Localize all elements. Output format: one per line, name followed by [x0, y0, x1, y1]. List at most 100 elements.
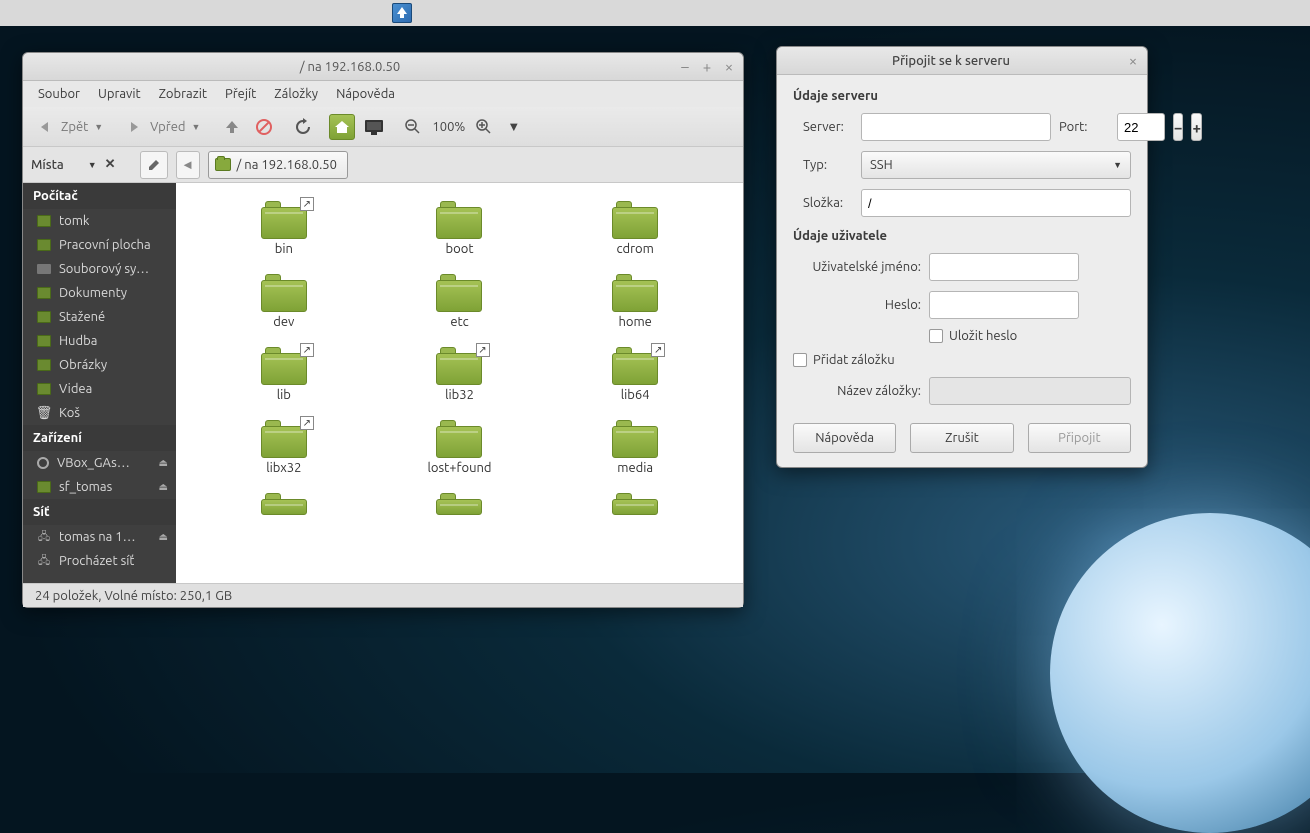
- sidebar-item[interactable]: Videa: [23, 377, 176, 401]
- sidebar-item[interactable]: 🗑Koš: [23, 401, 176, 425]
- zoom-out-button[interactable]: [400, 114, 426, 140]
- username-label: Uživatelské jméno:: [803, 260, 921, 274]
- file-item[interactable]: etc: [372, 270, 548, 333]
- fm-title: / na 192.168.0.50: [23, 60, 677, 74]
- menu-edit[interactable]: Upravit: [91, 84, 148, 104]
- sidebar-item[interactable]: Souborový sy…: [23, 257, 176, 281]
- folder-icon: [37, 215, 51, 227]
- file-name: libx32: [266, 461, 301, 475]
- file-name: media: [617, 461, 653, 475]
- sidebar-item-label: VBox_GAs…: [57, 456, 130, 470]
- eject-icon[interactable]: ⏏: [159, 457, 168, 469]
- user-section-label: Údaje uživatele: [793, 229, 1131, 243]
- sidebar-item[interactable]: Stažené: [23, 305, 176, 329]
- menu-bookmarks[interactable]: Záložky: [267, 84, 325, 104]
- add-bookmark-check[interactable]: Přidat záložku: [793, 353, 1131, 367]
- file-name: cdrom: [616, 242, 653, 256]
- sidebar-item[interactable]: VBox_GAs… ⏏: [23, 451, 176, 475]
- path-back-arrow[interactable]: ◄: [176, 151, 200, 179]
- icon-view[interactable]: ↗binboot cdrom devetchome ↗lib↗lib32↗lib64 ↗…: [176, 183, 743, 583]
- symlink-badge-icon: ↗: [300, 197, 314, 211]
- home-button[interactable]: [329, 114, 355, 140]
- sidebar-item[interactable]: Hudba: [23, 329, 176, 353]
- file-item[interactable]: ↗lib32: [372, 343, 548, 406]
- forward-button[interactable]: Vpřed ▼: [122, 116, 206, 138]
- file-item[interactable]: ↗libx32: [196, 416, 372, 479]
- sidebar-item[interactable]: 🖧tomas na 1…⏏: [23, 525, 176, 549]
- sidebar-close-icon[interactable]: ✕: [105, 157, 116, 172]
- port-increment[interactable]: +: [1191, 113, 1201, 141]
- fm-titlebar[interactable]: / na 192.168.0.50 – + ×: [23, 53, 743, 81]
- server-section-label: Údaje serveru: [793, 89, 1131, 103]
- folder-icon: [37, 383, 51, 395]
- trash-icon: 🗑: [37, 407, 51, 419]
- menu-view[interactable]: Zobrazit: [152, 84, 214, 104]
- file-item[interactable]: [372, 489, 548, 519]
- folder-icon: [37, 287, 51, 299]
- computer-button[interactable]: [361, 114, 387, 140]
- folder-input[interactable]: [861, 189, 1131, 217]
- dlg-title: Připojit se k serveru: [777, 54, 1125, 68]
- places-dropdown[interactable]: ▼: [88, 160, 97, 170]
- up-button[interactable]: [219, 114, 245, 140]
- close-button[interactable]: ×: [721, 59, 737, 75]
- sidebar-item[interactable]: Obrázky: [23, 353, 176, 377]
- dlg-titlebar[interactable]: Připojit se k serveru ×: [777, 47, 1147, 75]
- eject-icon[interactable]: ⏏: [159, 481, 168, 493]
- sidebar-item-label: Videa: [59, 382, 92, 396]
- menu-help[interactable]: Nápověda: [329, 84, 402, 104]
- file-item[interactable]: [547, 489, 723, 519]
- edit-path-button[interactable]: [140, 151, 168, 179]
- sidebar-item[interactable]: sf_tomas⏏: [23, 475, 176, 499]
- sidebar-item[interactable]: Dokumenty: [23, 281, 176, 305]
- stop-button[interactable]: [251, 114, 277, 140]
- maximize-button[interactable]: +: [699, 59, 715, 75]
- cancel-button[interactable]: Zrušit: [910, 423, 1013, 453]
- sidebar-section-header: Síť: [23, 499, 176, 525]
- file-item[interactable]: ↗bin: [196, 197, 372, 260]
- symlink-badge-icon: ↗: [300, 343, 314, 357]
- file-item[interactable]: lost+found: [372, 416, 548, 479]
- file-item[interactable]: ↗lib: [196, 343, 372, 406]
- server-input[interactable]: [861, 113, 1051, 141]
- sidebar-item[interactable]: tomk: [23, 209, 176, 233]
- folder-icon: [37, 481, 51, 493]
- file-item[interactable]: media: [547, 416, 723, 479]
- zoom-in-button[interactable]: [471, 114, 497, 140]
- connect-button[interactable]: Připojit: [1028, 423, 1131, 453]
- places-label: Místa: [31, 158, 64, 172]
- save-password-check[interactable]: Uložit heslo: [929, 329, 1017, 343]
- port-decrement[interactable]: −: [1173, 113, 1183, 141]
- desktop-moon: [1050, 513, 1310, 833]
- type-select[interactable]: SSH ▼: [861, 151, 1131, 179]
- file-item[interactable]: dev: [196, 270, 372, 333]
- password-input[interactable]: [929, 291, 1079, 319]
- menu-go[interactable]: Přejít: [218, 84, 263, 104]
- bookmark-name-input: [929, 377, 1131, 405]
- menu-file[interactable]: Soubor: [31, 84, 87, 104]
- sidebar-item[interactable]: 🖧Procházet síť: [23, 549, 176, 573]
- sidebar-item-label: tomk: [59, 214, 89, 228]
- file-item[interactable]: [196, 489, 372, 519]
- folder-icon: [37, 311, 51, 323]
- minimize-button[interactable]: –: [677, 59, 693, 75]
- eject-icon[interactable]: ⏏: [159, 531, 168, 543]
- port-input[interactable]: [1117, 113, 1165, 141]
- sidebar-section-header: Zařízení: [23, 425, 176, 451]
- file-item[interactable]: home: [547, 270, 723, 333]
- sidebar-item-label: Stažené: [59, 310, 105, 324]
- file-item[interactable]: cdrom: [547, 197, 723, 260]
- back-button[interactable]: Zpět ▼: [33, 116, 109, 138]
- breadcrumb[interactable]: / na 192.168.0.50: [208, 151, 348, 179]
- sidebar-item-label: Hudba: [59, 334, 97, 348]
- dlg-close-button[interactable]: ×: [1125, 53, 1141, 69]
- folder-icon: [612, 420, 658, 458]
- file-item[interactable]: ↗lib64: [547, 343, 723, 406]
- taskbar-app-icon[interactable]: [392, 3, 412, 23]
- reload-button[interactable]: [290, 114, 316, 140]
- file-item[interactable]: boot: [372, 197, 548, 260]
- type-label: Typ:: [803, 158, 853, 172]
- username-input[interactable]: [929, 253, 1079, 281]
- sidebar-item[interactable]: Pracovní plocha: [23, 233, 176, 257]
- help-button[interactable]: Nápověda: [793, 423, 896, 453]
